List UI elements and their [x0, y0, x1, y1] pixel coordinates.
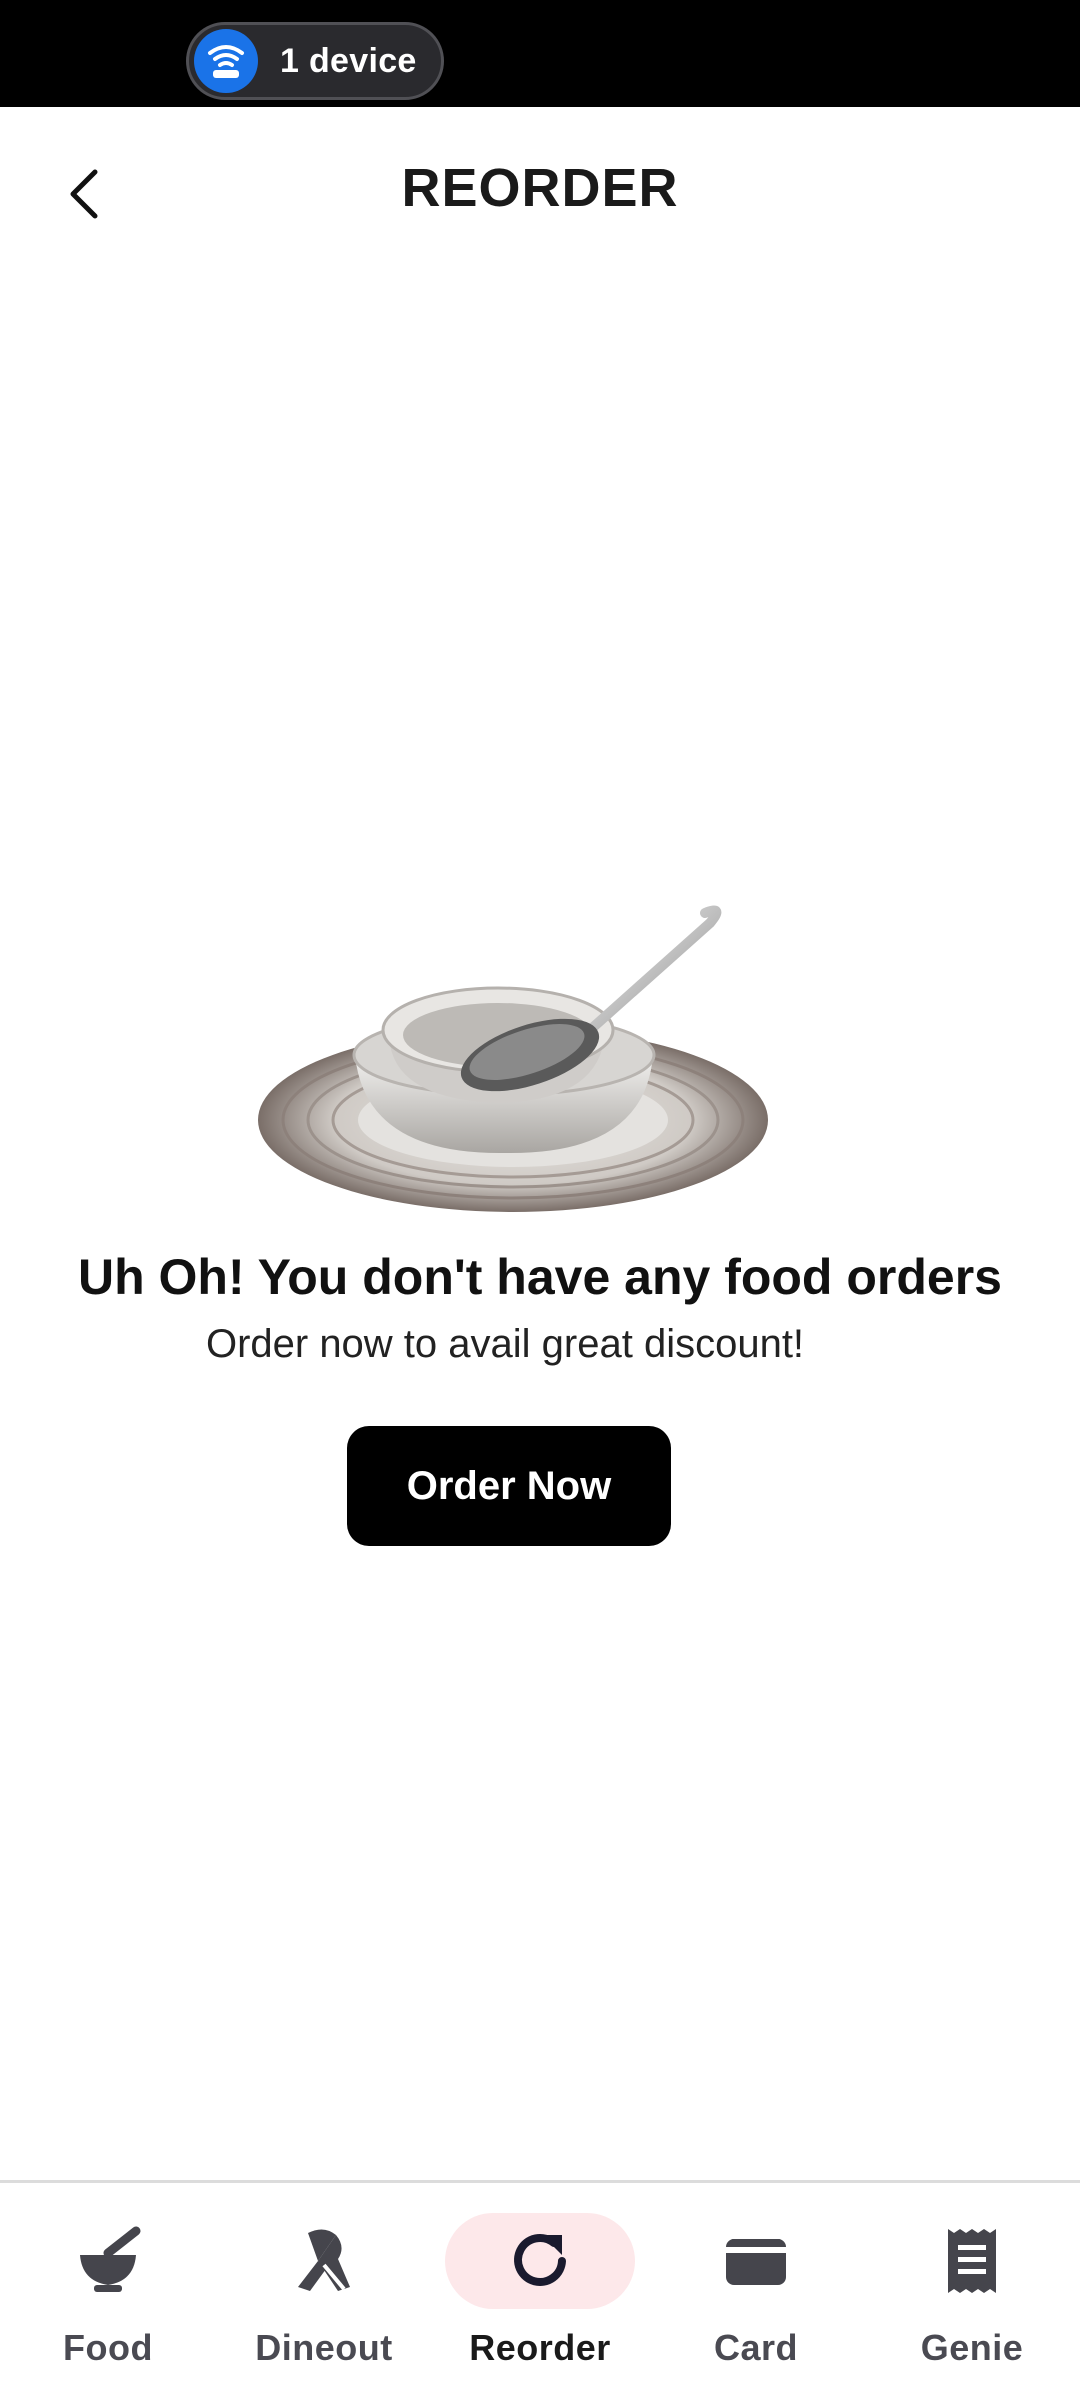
- bottom-navigation: Food Dineout Reorder Card Genie: [0, 2180, 1080, 2400]
- reorder-icon: [445, 2213, 635, 2309]
- nav-label-card: Card: [713, 2327, 799, 2368]
- nav-item-reorder[interactable]: Reorder: [432, 2213, 648, 2393]
- order-now-button[interactable]: Order Now: [347, 1426, 671, 1546]
- nav-label-reorder: Reorder: [469, 2327, 611, 2368]
- connected-device-pill[interactable]: 1 device: [186, 22, 444, 100]
- nav-label-food: Food: [63, 2327, 153, 2368]
- nav-item-food[interactable]: Food: [0, 2213, 216, 2393]
- wallet-card-icon: [661, 2213, 851, 2309]
- nav-item-card[interactable]: Card: [648, 2213, 864, 2393]
- food-bowl-icon: [13, 2213, 203, 2309]
- dineout-icon: [229, 2213, 419, 2309]
- nav-label-dineout: Dineout: [255, 2327, 393, 2368]
- status-bar: 1 device: [0, 0, 1080, 107]
- receipt-icon: [877, 2213, 1067, 2309]
- empty-state-title: Uh Oh! You don't have any food orders: [78, 1249, 1002, 1305]
- empty-state-subtitle: Order now to avail great discount!: [205, 1322, 805, 1366]
- nav-item-dineout[interactable]: Dineout: [216, 2213, 432, 2393]
- nav-label-genie: Genie: [920, 2327, 1024, 2368]
- page-title: REORDER: [401, 158, 679, 218]
- device-count-label: 1 device: [280, 41, 417, 80]
- empty-plate-illustration: [255, 905, 775, 1215]
- nav-item-genie[interactable]: Genie: [864, 2213, 1080, 2393]
- app-header: REORDER: [0, 107, 1080, 277]
- wifi-hotspot-icon: [194, 29, 258, 93]
